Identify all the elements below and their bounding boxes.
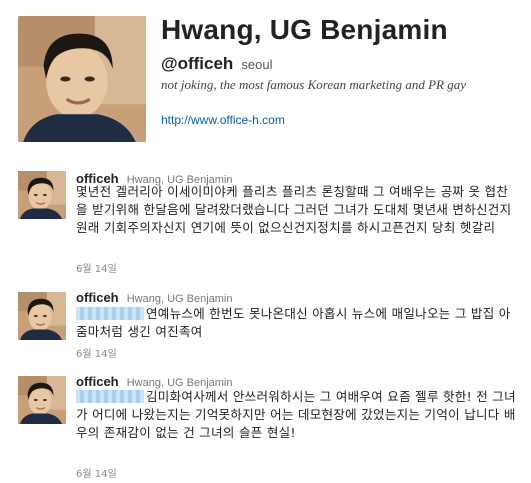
tweet-text: 몇년전 겔러리아 이세이미야케 플리츠 플리츠 론칭할때 그 여배우는 공짜 옷… [76, 184, 512, 235]
tweet-date-link[interactable]: 6월 14일 [76, 345, 117, 360]
profile-bio: not joking, the most famous Korean marke… [161, 77, 466, 92]
profile-name: Hwang, UG Benjamin [161, 14, 448, 45]
tweet-username-link[interactable]: officeh [76, 290, 119, 305]
handle-row: @officeh seoul [161, 54, 272, 74]
tweet-text-container: 연예뉴스에 한번도 못나온대신 아홉시 뉴스에 매일나오는 그 밥집 아줌마처럼… [76, 305, 516, 341]
profile-location: seoul [241, 57, 273, 72]
tweet-date-link[interactable]: 6월 14일 [76, 260, 117, 275]
profile-handle: @officeh [161, 54, 234, 73]
redacted-mention [76, 390, 144, 403]
tweet-avatar[interactable] [18, 171, 66, 219]
profile-avatar[interactable] [18, 16, 146, 142]
tweet-avatar[interactable] [18, 376, 66, 424]
redacted-mention [76, 307, 144, 320]
tweet-date-link[interactable]: 6월 14일 [76, 465, 117, 480]
tweet-full-name: Hwang, UG Benjamin [126, 293, 233, 305]
tweet-username-link[interactable]: officeh [76, 374, 119, 389]
tweet-text-container: 김미화여사께서 안쓰러워하시는 그 여배우여 요즘 젤루 핫한! 전 그녀가 어… [76, 388, 516, 442]
tweet-header: officeh Hwang, UG Benjamin [76, 287, 233, 306]
profile-header: Hwang, UG Benjamin @officeh seoul not jo… [0, 0, 531, 160]
profile-url-link[interactable]: http://www.office-h.com [161, 113, 285, 127]
tweet-avatar[interactable] [18, 292, 66, 340]
